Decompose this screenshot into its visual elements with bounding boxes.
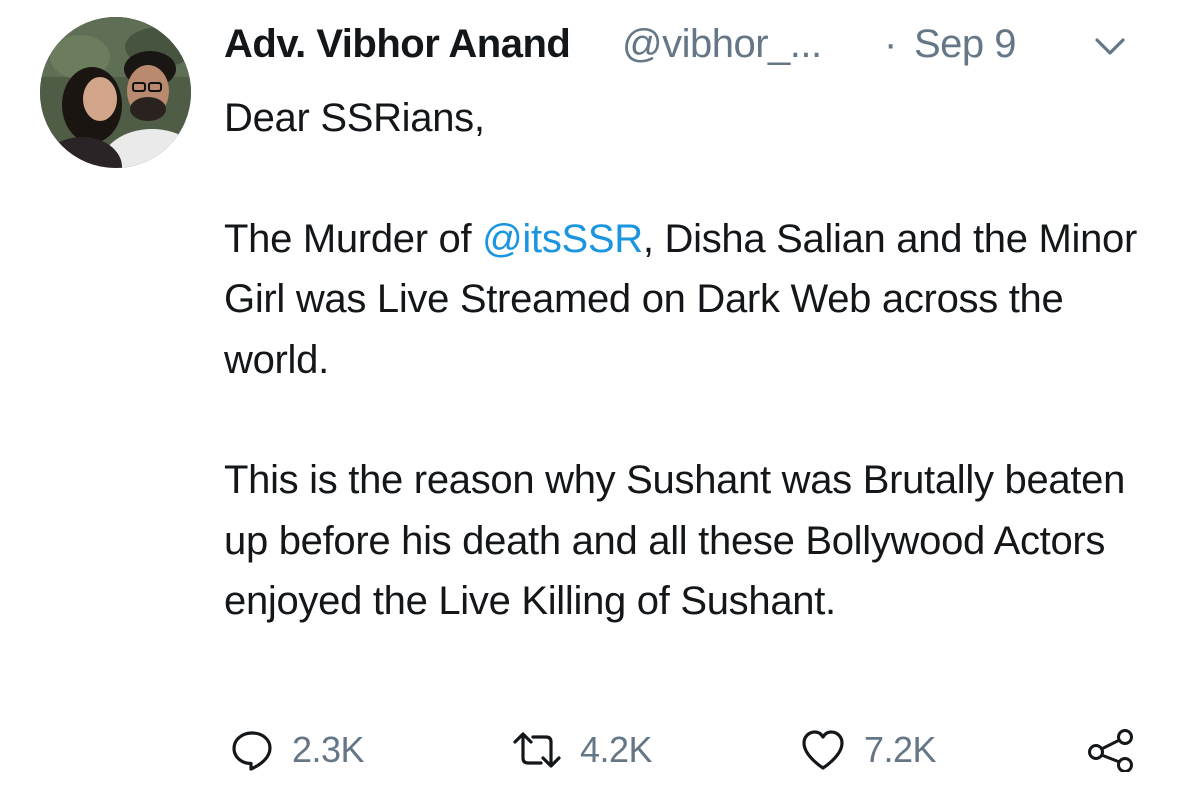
display-name[interactable]: Adv. Vibhor Anand [224, 22, 571, 67]
like-count: 7.2K [864, 729, 937, 770]
reply-count: 2.3K [292, 729, 365, 770]
tweet-card[interactable]: Adv. Vibhor Anand @vibhor_... · Sep 9 De… [0, 0, 1200, 808]
share-icon [1086, 728, 1136, 772]
reply-button[interactable]: 2.3K [230, 722, 365, 778]
chevron-down-icon[interactable] [1092, 32, 1128, 60]
tweet-header: Adv. Vibhor Anand @vibhor_... · Sep 9 [224, 18, 1164, 74]
tweet-actions: 2.3K 4.2K 7.2K [224, 722, 1164, 778]
reply-icon [230, 728, 274, 772]
share-button[interactable] [1086, 722, 1136, 778]
heart-icon [800, 728, 846, 772]
paragraph-2: This is the reason why Sushant was Bruta… [224, 458, 1126, 623]
paragraph-1: The Murder of @itsSSR, Disha Salian and … [224, 209, 1164, 391]
like-button[interactable]: 7.2K [800, 722, 937, 778]
retweet-icon [512, 728, 562, 772]
retweet-button[interactable]: 4.2K [512, 722, 653, 778]
separator-dot: · [884, 22, 898, 66]
retweet-count: 4.2K [580, 729, 653, 770]
user-handle[interactable]: @vibhor_... [622, 22, 822, 67]
mention-link[interactable]: @itsSSR [482, 217, 643, 261]
avatar[interactable] [40, 17, 191, 168]
tweet-date[interactable]: Sep 9 [914, 22, 1017, 67]
greeting-text: Dear SSRians, [224, 96, 485, 140]
paragraph-1-lead: The Murder of [224, 216, 483, 261]
tweet-text: Dear SSRians, The Murder of @itsSSR, Dis… [224, 88, 1164, 632]
